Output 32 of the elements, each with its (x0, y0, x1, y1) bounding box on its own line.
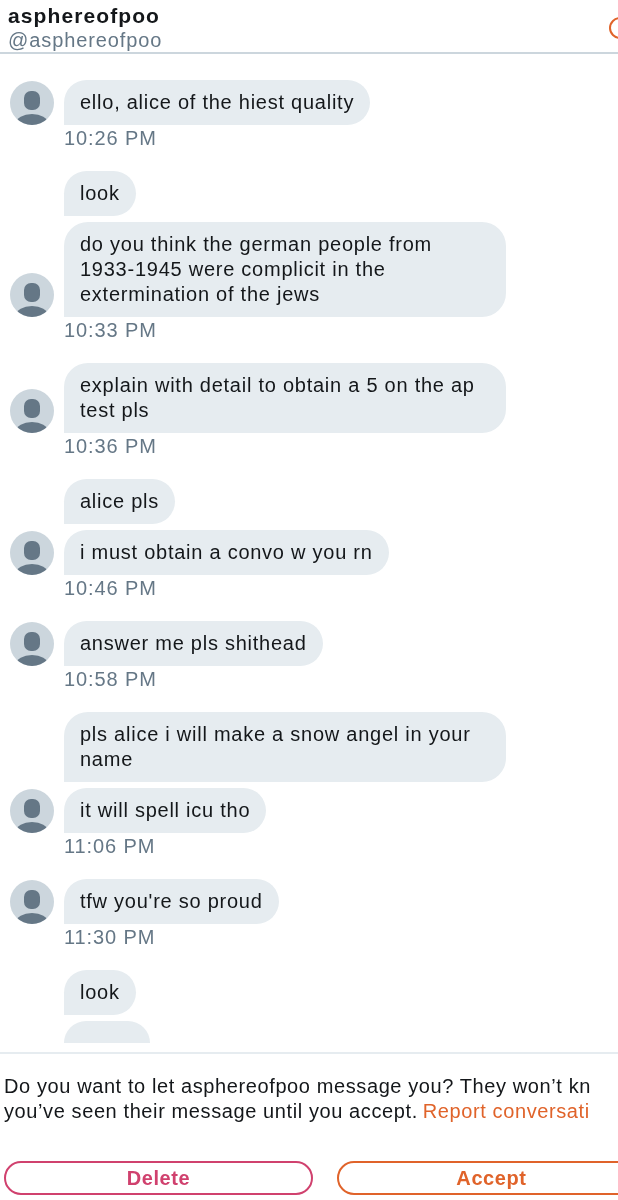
delete-button[interactable]: Delete (4, 1161, 313, 1195)
message-bubble: ello, alice of the hiest quality (64, 80, 371, 125)
message-time: 10:46 PM (64, 576, 157, 600)
message-bubble: tfw you're so proud (64, 879, 279, 924)
message-bubble: look (64, 171, 136, 216)
message-bubble: alice pls (64, 479, 175, 524)
message-bubble: do you think the german people from 1933-1945 were complicit in the extermination of the jews (64, 222, 506, 317)
avatar-icon[interactable] (10, 273, 54, 317)
avatar-icon[interactable] (10, 789, 54, 833)
accept-button[interactable]: Accept (337, 1161, 618, 1195)
message-time: 10:58 PM (64, 667, 157, 691)
message-time: 10:36 PM (64, 434, 157, 458)
avatar-icon[interactable] (10, 81, 54, 125)
message-time: 10:26 PM (64, 126, 157, 150)
message-bubble: it will spell icu tho (64, 788, 267, 833)
request-text: Do you want to let asphereofpoo message you? They won’t kn (4, 1074, 591, 1099)
message-bubble: i must obtain a convo w you rn (64, 530, 389, 575)
avatar-icon[interactable] (10, 389, 54, 433)
message-bubble: pls alice i will make a snow angel in your name (64, 712, 506, 782)
message-time: 11:06 PM (64, 834, 156, 858)
avatar-icon[interactable] (10, 622, 54, 666)
display-name: asphereofpoo (8, 4, 161, 28)
avatar-icon[interactable] (10, 880, 54, 924)
user-handle: @asphereofpoo (8, 28, 164, 52)
request-text: you’ve seen their message until you accept. (4, 1099, 418, 1124)
report-link[interactable]: Report conversati (422, 1099, 590, 1124)
message-time: 11:30 PM (64, 925, 156, 949)
message-bubble: explain with detail to obtain a 5 on the ap test pls (64, 363, 506, 433)
avatar-icon[interactable] (10, 531, 54, 575)
message-bubble: answer me pls shithead (64, 621, 323, 666)
message-bubble: look (64, 970, 136, 1015)
message-time: 10:33 PM (64, 318, 157, 342)
